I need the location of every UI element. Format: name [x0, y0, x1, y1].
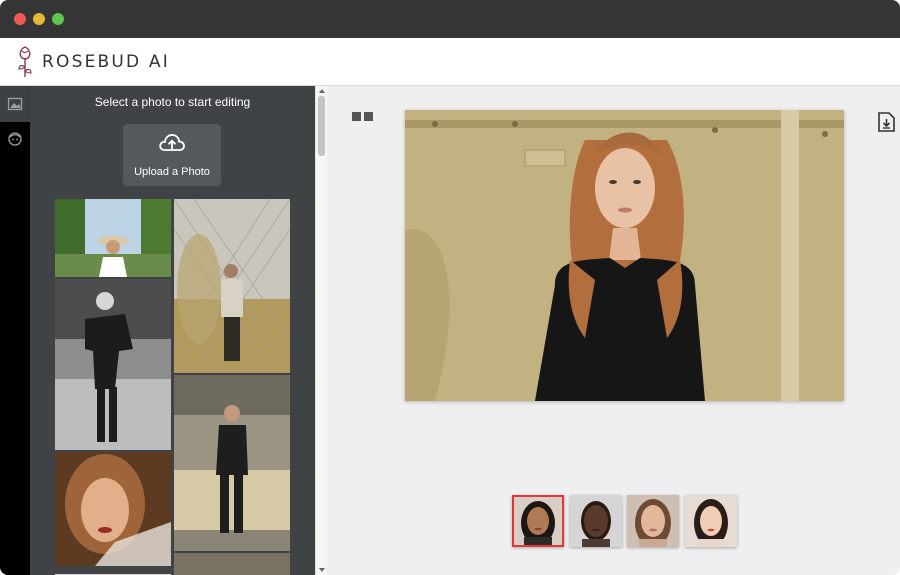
main-photo-image	[405, 110, 844, 401]
photo-image	[55, 452, 171, 566]
split-view-left	[352, 112, 361, 121]
app-window: ROSEBUD AI Select a photo to start editi…	[0, 0, 900, 575]
face-icon	[8, 132, 22, 146]
rail-item-images[interactable]	[0, 86, 30, 122]
gallery-photo-woman-closeup[interactable]	[55, 452, 171, 566]
scroll-down-arrow-icon[interactable]	[319, 568, 325, 572]
photo-image	[55, 199, 171, 277]
face-option-1[interactable]	[512, 495, 564, 547]
photo-image	[174, 199, 290, 373]
rose-icon	[18, 46, 32, 77]
cloud-upload-icon	[159, 134, 185, 151]
window-titlebar	[0, 0, 900, 38]
maximize-window-button[interactable]	[52, 13, 64, 25]
gallery-photo-woman-sunhat[interactable]	[55, 199, 171, 277]
rail-item-face[interactable]	[0, 126, 30, 154]
split-view-right	[364, 112, 373, 121]
gallery-photo-woman-bw[interactable]	[55, 279, 171, 450]
split-view-icon[interactable]	[352, 112, 374, 122]
close-window-button[interactable]	[14, 13, 26, 25]
download-icon[interactable]	[878, 112, 895, 132]
photo-image	[174, 375, 290, 551]
tool-rail	[0, 86, 30, 575]
gallery-photo-woman-balcony[interactable]	[174, 375, 290, 551]
panel-scrollbar[interactable]	[315, 86, 327, 575]
face-option-4[interactable]	[685, 495, 737, 547]
gallery-photo-partial-2[interactable]	[55, 568, 171, 575]
upload-photo-button[interactable]: Upload a Photo	[123, 124, 221, 186]
face-image	[514, 497, 562, 545]
gallery-photo-partial[interactable]	[174, 553, 290, 575]
face-option-3[interactable]	[627, 495, 679, 547]
main-photo-canvas[interactable]	[405, 110, 844, 401]
face-image	[570, 495, 622, 547]
face-image	[627, 495, 679, 547]
photo-panel: Select a photo to start editing Upload a…	[30, 86, 315, 575]
photo-image	[55, 279, 171, 450]
upload-photo-label: Upload a Photo	[134, 166, 210, 178]
scroll-up-arrow-icon[interactable]	[319, 89, 325, 93]
face-image	[685, 495, 737, 547]
app-header: ROSEBUD AI	[0, 38, 900, 86]
photo-image	[174, 553, 290, 575]
image-icon	[7, 97, 23, 111]
app-title: ROSEBUD AI	[42, 52, 170, 72]
face-option-2[interactable]	[570, 495, 622, 547]
minimize-window-button[interactable]	[33, 13, 45, 25]
scrollbar-thumb[interactable]	[318, 96, 325, 156]
gallery-photo-man-fence[interactable]	[174, 199, 290, 373]
panel-title: Select a photo to start editing	[94, 95, 251, 109]
